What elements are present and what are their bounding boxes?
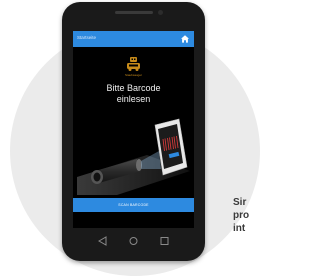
home-icon[interactable] (180, 34, 190, 44)
barcode-scan-illustration (77, 118, 190, 195)
back-icon (97, 236, 107, 246)
side-caption-line: Sir (233, 197, 247, 208)
side-caption-line: int (233, 223, 246, 234)
scan-beam (141, 151, 161, 169)
logo-caption: Staubsauger (124, 73, 142, 77)
side-caption: Sir pro int (233, 196, 249, 235)
android-nav-bar (97, 236, 169, 246)
scan-prompt-heading: Bitte Barcode einlesen (73, 83, 194, 105)
recents-icon (160, 237, 169, 245)
home-button-icon (129, 237, 138, 245)
phone-screen: Startseite Staubsauger Bitte Barcode ein… (73, 31, 194, 228)
app-bar-title: Startseite (77, 35, 97, 40)
scan-prompt-line: Bitte Barcode (106, 83, 161, 93)
tube-hole (93, 172, 101, 182)
robot-vacuum-icon (127, 57, 140, 71)
phone-device: Startseite Staubsauger Bitte Barcode ein… (62, 2, 205, 261)
phone-camera (158, 10, 163, 15)
scan-prompt-line: einlesen (116, 94, 151, 104)
phone-speaker (115, 11, 153, 14)
scan-barcode-button[interactable]: SCAN BARCODE (73, 198, 194, 212)
side-caption-line: pro (233, 210, 250, 221)
app-bar: Startseite (73, 31, 194, 47)
